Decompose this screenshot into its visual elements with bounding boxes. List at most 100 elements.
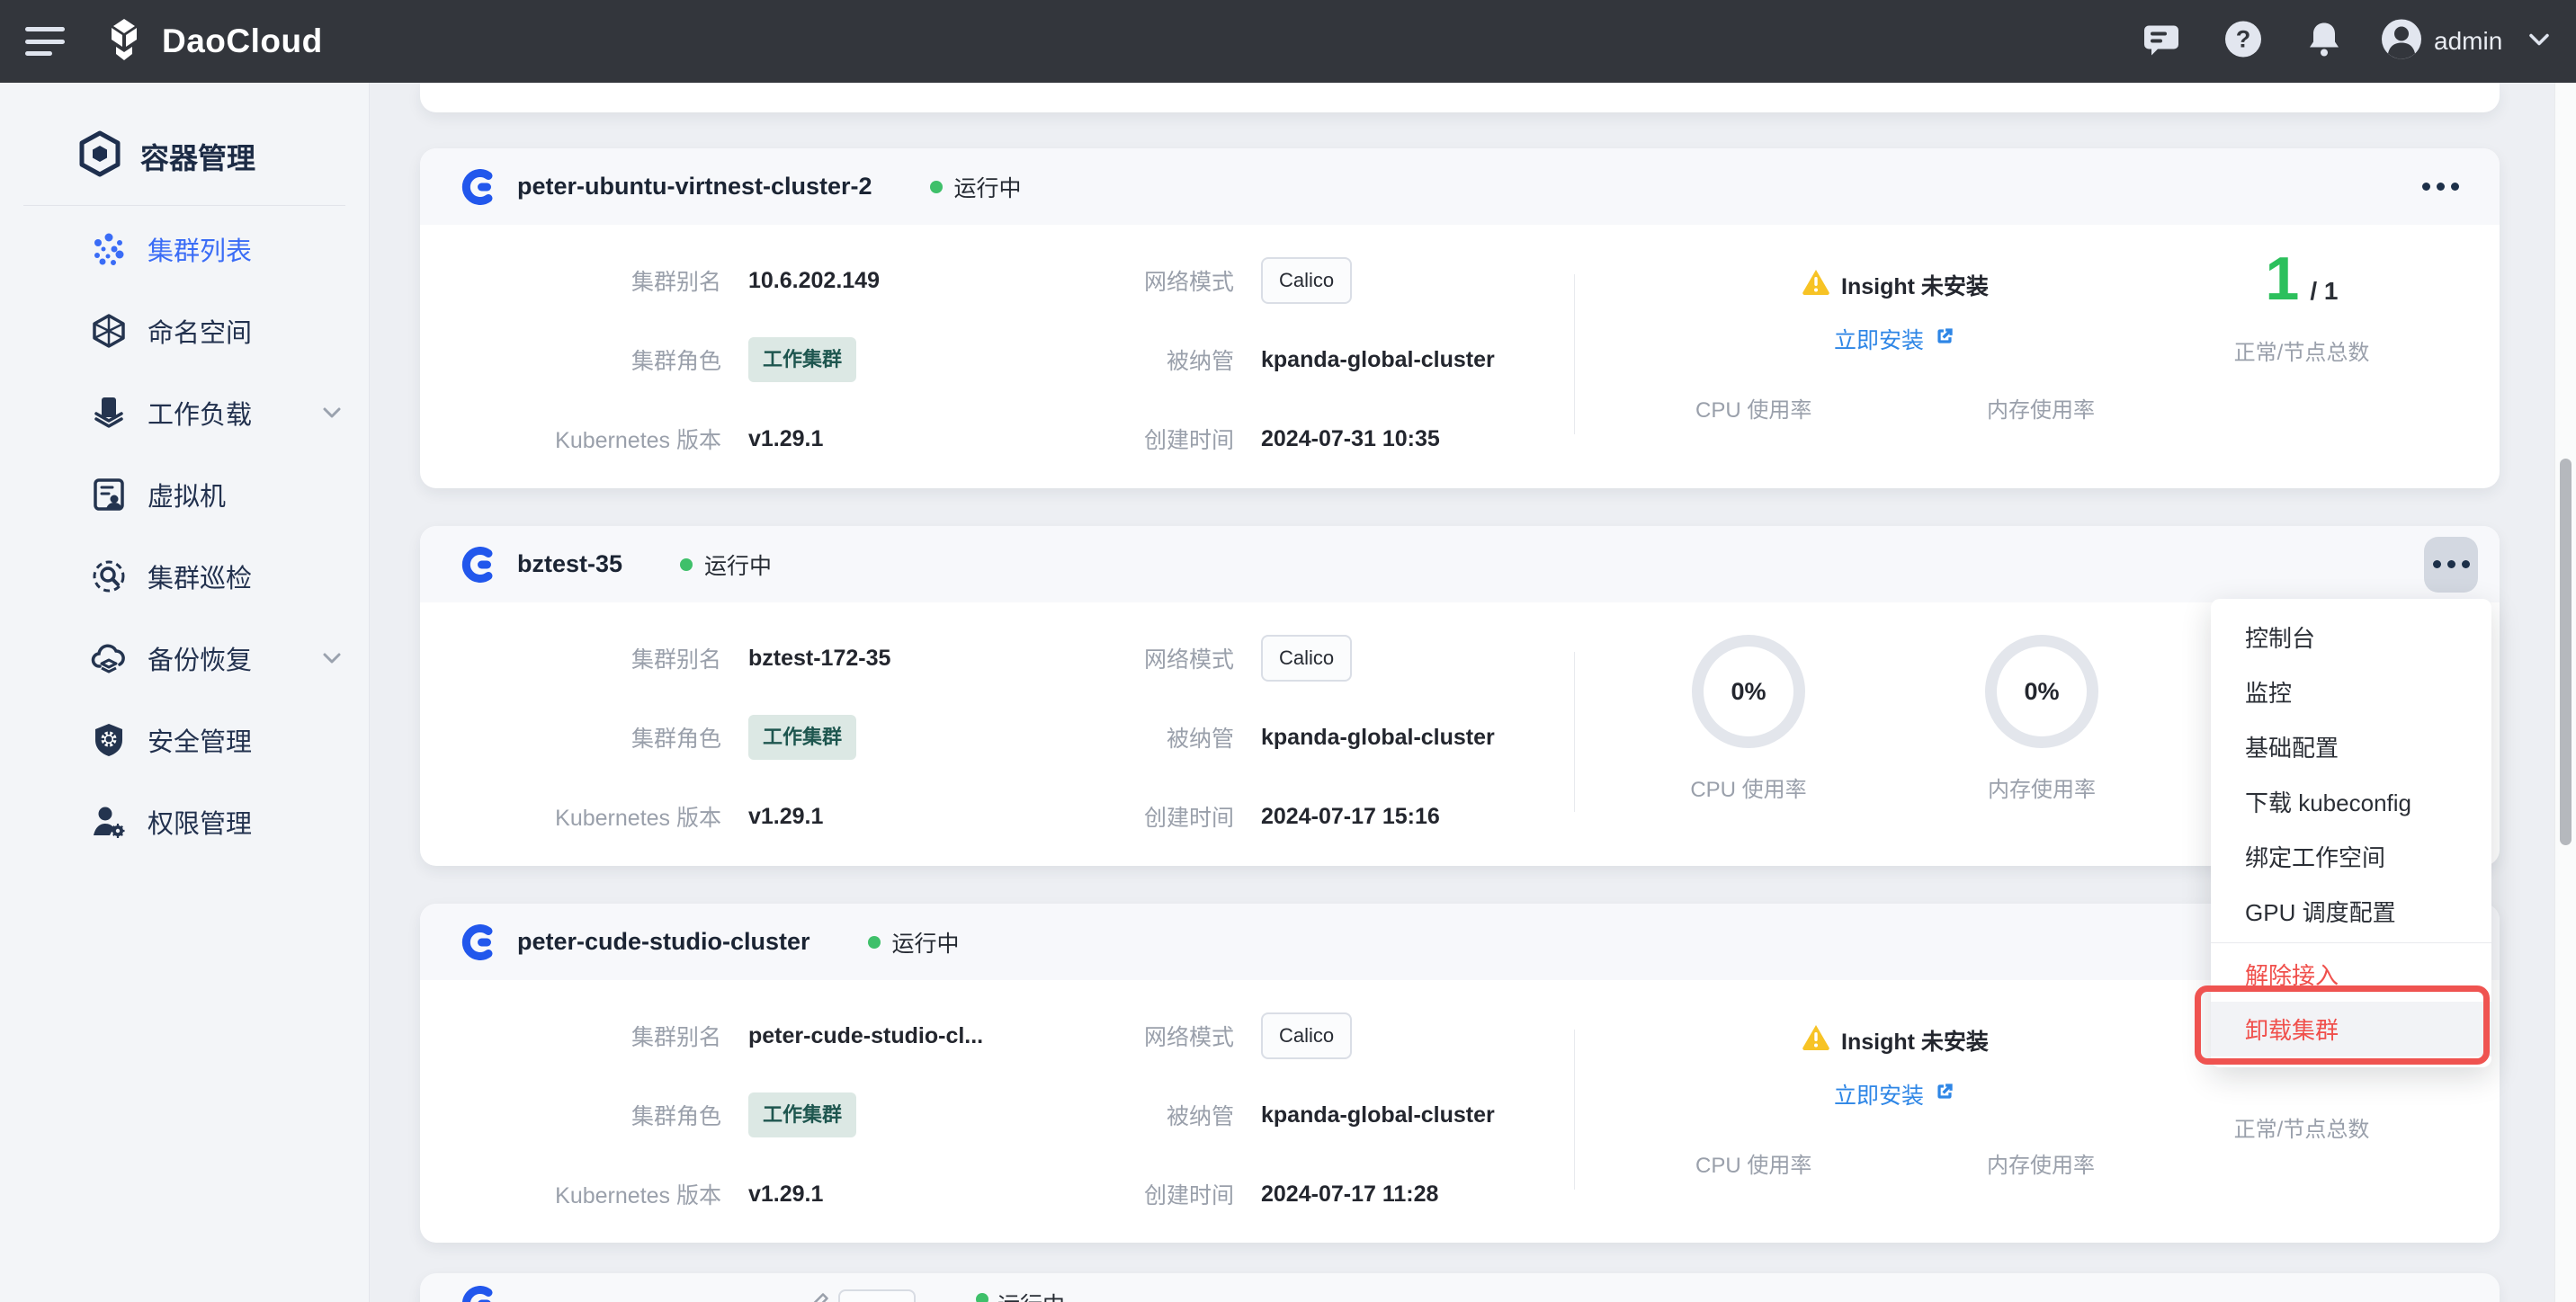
cluster-logo-icon bbox=[461, 169, 497, 205]
cluster-name[interactable]: bztest-35 bbox=[517, 550, 622, 578]
cpu-gauge: 0% CPU 使用率 bbox=[1672, 635, 1825, 803]
sidebar-item-label: 集群列表 bbox=[148, 230, 252, 268]
k8s-version-label: Kubernetes 版本 bbox=[470, 399, 721, 478]
feedback-chat-icon[interactable] bbox=[2142, 21, 2180, 63]
chevron-down-icon[interactable] bbox=[318, 645, 345, 672]
sidebar-item-workloads[interactable]: 工作负载 bbox=[0, 384, 369, 441]
sidebar-item-label: 集群巡检 bbox=[148, 557, 252, 595]
cluster-card-body: 集群别名 10.6.202.149 网络模式 Calico 集群角色 工作集群 … bbox=[420, 225, 2500, 488]
status-dot-icon bbox=[976, 1293, 988, 1302]
warning-icon bbox=[1802, 1023, 1830, 1057]
sidebar-item-backup-restore[interactable]: 备份恢复 bbox=[0, 629, 369, 687]
menu-item-detach-cluster[interactable]: 解除接入 bbox=[2211, 947, 2491, 1002]
scrollbar-thumb[interactable] bbox=[2560, 459, 2572, 845]
role-label: 集群角色 bbox=[470, 698, 721, 777]
menu-item-uninstall-cluster[interactable]: 卸载集群 bbox=[2211, 1002, 2491, 1057]
card-actions-button[interactable] bbox=[2413, 159, 2467, 215]
cluster-status: 运行中 bbox=[930, 171, 1022, 203]
cluster-name[interactable]: peter-ubuntu-virtnest-cluster-2 bbox=[517, 173, 872, 201]
nodes-label: 正常/节点总数 bbox=[2176, 334, 2428, 366]
sidebar-item-permissions[interactable]: 权限管理 bbox=[0, 793, 369, 851]
cluster-name[interactable]: peter-cude-studio-cluster bbox=[517, 928, 810, 956]
insight-block: Insight 未安装 立即安装 bbox=[1661, 1023, 2129, 1110]
virtual-machine-icon bbox=[90, 476, 128, 513]
page: DaoCloud ? admin 容器管理 bbox=[0, 0, 2576, 1302]
alias-value: peter-cude-studio-cl... bbox=[748, 996, 1072, 1075]
notifications-bell-icon[interactable] bbox=[2304, 20, 2344, 64]
memory-gauge: 0% 内存使用率 bbox=[1965, 635, 2118, 803]
menu-item-download-kubeconfig[interactable]: 下载 kubeconfig bbox=[2211, 774, 2491, 829]
managed-label: 被纳管 bbox=[1099, 698, 1234, 777]
nodes-label: 正常/节点总数 bbox=[2176, 1111, 2428, 1143]
edit-pencil-icon[interactable] bbox=[807, 1291, 830, 1302]
brand[interactable]: DaoCloud bbox=[101, 0, 323, 83]
sidebar-item-label: 安全管理 bbox=[148, 721, 252, 759]
cpu-gauge-ring: 0% bbox=[1692, 635, 1805, 748]
sidebar-item-security[interactable]: 安全管理 bbox=[0, 711, 369, 769]
namespace-icon bbox=[90, 312, 128, 350]
cluster-logo-icon bbox=[461, 1286, 497, 1302]
sidebar-item-virtual-machines[interactable]: 虚拟机 bbox=[0, 466, 369, 523]
network-value: Calico bbox=[1261, 619, 1495, 698]
brand-name: DaoCloud bbox=[162, 22, 323, 60]
scrollbar-track[interactable] bbox=[2554, 83, 2576, 1302]
user-chevron-down-icon[interactable] bbox=[2526, 26, 2553, 58]
permissions-user-icon bbox=[90, 803, 128, 841]
sidebar-item-label: 备份恢复 bbox=[148, 639, 252, 677]
managed-value: kpanda-global-cluster bbox=[1261, 1075, 1495, 1155]
svg-text:?: ? bbox=[2236, 26, 2251, 53]
menu-item-monitoring[interactable]: 监控 bbox=[2211, 664, 2491, 719]
created-label: 创建时间 bbox=[1099, 399, 1234, 478]
chevron-down-icon[interactable] bbox=[318, 399, 345, 426]
user-name[interactable]: admin bbox=[2434, 27, 2502, 56]
menu-item-bind-workspace[interactable]: 绑定工作空间 bbox=[2211, 829, 2491, 884]
cluster-card-partial-top bbox=[420, 83, 2500, 112]
sidebar-item-cluster-list[interactable]: 集群列表 bbox=[0, 220, 369, 278]
nodes-total-count: / 1 bbox=[2310, 279, 2338, 304]
cluster-card: peter-cude-studio-cluster 运行中 集群别名 peter… bbox=[420, 904, 2500, 1243]
created-value: 2024-07-17 11:28 bbox=[1261, 1155, 1495, 1234]
menu-item-basic-config[interactable]: 基础配置 bbox=[2211, 719, 2491, 774]
menu-item-gpu-scheduling[interactable]: GPU 调度配置 bbox=[2211, 884, 2491, 939]
cluster-card: peter-ubuntu-virtnest-cluster-2 运行中 集群别名… bbox=[420, 148, 2500, 488]
cluster-logo-icon bbox=[461, 547, 497, 583]
managed-value: kpanda-global-cluster bbox=[1261, 320, 1495, 399]
created-label: 创建时间 bbox=[1099, 1155, 1234, 1234]
cluster-details: 集群别名 peter-cude-studio-cl... 网络模式 Calico… bbox=[470, 996, 1495, 1234]
divider bbox=[1574, 652, 1575, 812]
security-shield-icon bbox=[90, 721, 128, 759]
network-label: 网络模式 bbox=[1099, 619, 1234, 698]
created-value: 2024-07-31 10:35 bbox=[1261, 399, 1495, 478]
menu-item-console[interactable]: 控制台 bbox=[2211, 610, 2491, 664]
external-link-icon bbox=[1933, 1080, 1956, 1110]
cluster-type-badge bbox=[838, 1289, 916, 1302]
install-now-link[interactable]: 立即安装 bbox=[1661, 1078, 2129, 1110]
sidebar-item-label: 命名空间 bbox=[148, 312, 252, 350]
workloads-icon bbox=[90, 394, 128, 432]
status-dot-icon bbox=[868, 936, 881, 949]
alias-value: bztest-172-35 bbox=[748, 619, 1072, 698]
memory-gauge-ring: 0% bbox=[1985, 635, 2098, 748]
status-dot-icon bbox=[930, 181, 943, 193]
hamburger-menu-icon[interactable] bbox=[25, 23, 67, 59]
card-actions-button[interactable] bbox=[2424, 537, 2478, 593]
network-value: Calico bbox=[1261, 996, 1495, 1075]
sidebar-item-cluster-inspection[interactable]: 集群巡检 bbox=[0, 548, 369, 605]
cluster-card-header: peter-cude-studio-cluster 运行中 bbox=[420, 904, 2500, 980]
cluster-logo-icon bbox=[461, 924, 497, 960]
help-icon[interactable]: ? bbox=[2223, 20, 2263, 64]
install-now-link[interactable]: 立即安装 bbox=[1661, 323, 2129, 355]
managed-label: 被纳管 bbox=[1099, 320, 1234, 399]
cluster-status: 运行中 bbox=[868, 926, 960, 959]
cluster-card-body: 集群别名 peter-cude-studio-cl... 网络模式 Calico… bbox=[420, 980, 2500, 1244]
cluster-inspection-icon bbox=[90, 557, 128, 595]
k8s-version-value: v1.29.1 bbox=[748, 777, 1072, 856]
sidebar-item-label: 权限管理 bbox=[148, 803, 252, 841]
usage-labels: CPU 使用率 内存使用率 bbox=[1661, 392, 2129, 424]
cpu-usage-label: CPU 使用率 bbox=[1695, 1147, 1811, 1179]
network-label: 网络模式 bbox=[1099, 241, 1234, 320]
role-value: 工作集群 bbox=[748, 1075, 1072, 1155]
avatar[interactable] bbox=[2380, 18, 2423, 66]
cluster-card-partial-bottom: 运行中 bbox=[420, 1273, 2500, 1302]
sidebar-item-namespace[interactable]: 命名空间 bbox=[0, 302, 369, 360]
